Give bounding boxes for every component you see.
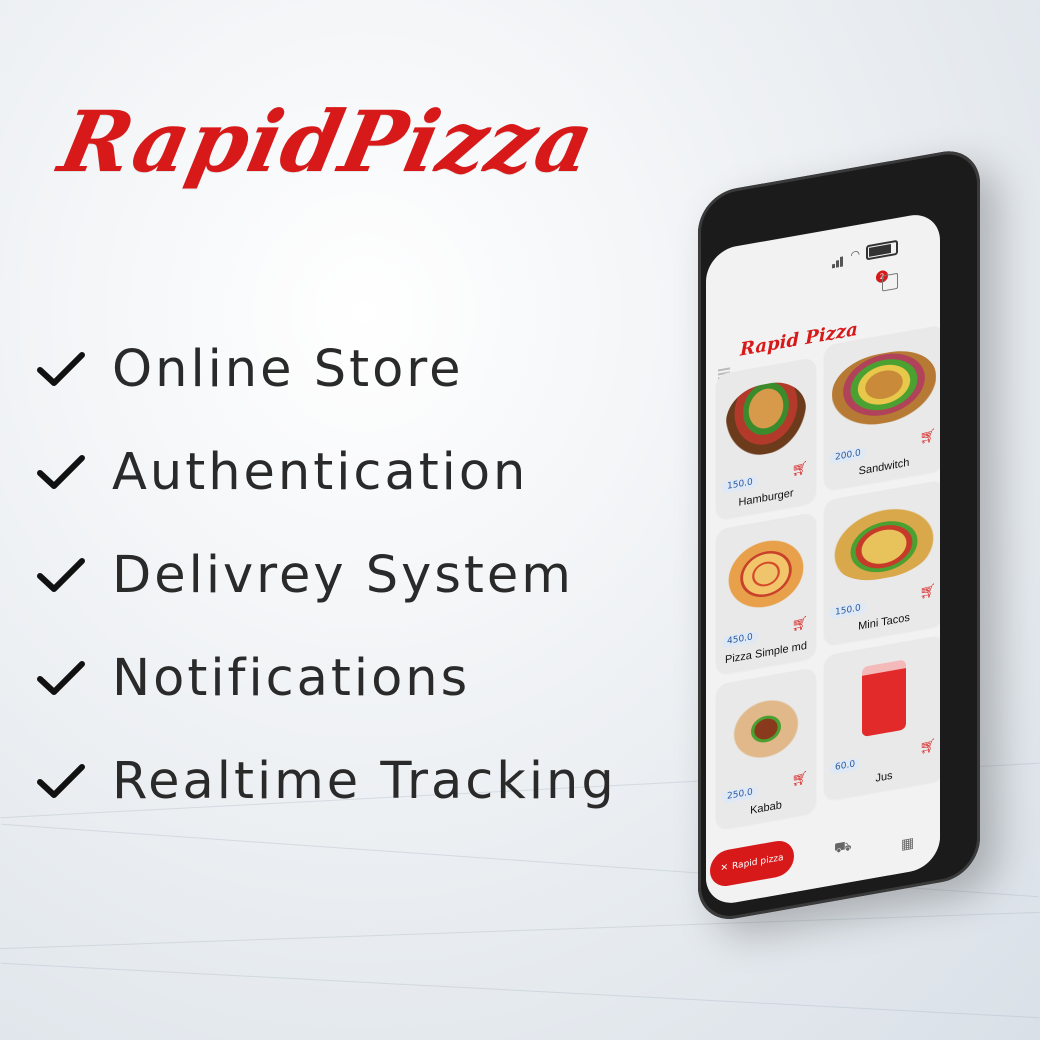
product-price: 250.0 (722, 785, 758, 804)
tacos-image (832, 499, 936, 588)
feature-list: Online Store Authentication Delivrey Sys… (36, 318, 617, 833)
check-icon (37, 763, 85, 798)
feature-label: Delivrey System (112, 546, 574, 605)
add-to-cart-icon[interactable]: 🛒︎ (791, 771, 808, 789)
building-icon[interactable]: ▦ (901, 835, 914, 853)
phone-mockup: ◠ 2 Rapid Pizza 150.0 🛒︎ Hamburger 200.0 (698, 145, 980, 926)
phone-screen: ◠ 2 Rapid Pizza 150.0 🛒︎ Hamburger 200.0 (706, 210, 940, 908)
hamburger-image (726, 376, 806, 462)
juice-image (862, 659, 906, 738)
wifi-icon: ◠ (850, 247, 860, 263)
add-to-cart-icon[interactable]: 🛒︎ (791, 616, 808, 634)
delivery-scooter-icon[interactable]: ⛟ (834, 838, 852, 859)
pizza-image (726, 531, 806, 617)
shopping-bag-icon[interactable] (882, 272, 898, 292)
sandwich-image (832, 344, 936, 433)
product-price: 150.0 (830, 601, 866, 620)
feature-item: Notifications (36, 627, 617, 730)
feature-item: Delivrey System (36, 524, 617, 627)
feature-item: Authentication (36, 421, 617, 524)
product-card[interactable]: 450.0 🛒︎ Pizza Simple md (716, 512, 816, 675)
add-to-cart-icon[interactable]: 🛒︎ (919, 428, 936, 446)
product-price: 200.0 (830, 446, 866, 465)
feature-item: Online Store (36, 318, 617, 421)
check-icon (37, 557, 85, 592)
nav-home-label: Rapid pizza (732, 852, 784, 873)
kabab-image (726, 686, 806, 772)
add-to-cart-icon[interactable]: 🛒︎ (919, 738, 936, 756)
feature-label: Notifications (112, 649, 471, 708)
phone-frame: ◠ 2 Rapid Pizza 150.0 🛒︎ Hamburger 200.0 (698, 145, 980, 926)
product-price: 150.0 (722, 475, 758, 494)
floor-line (0, 962, 1040, 1019)
status-bar: ◠ (832, 238, 898, 269)
signal-icon (832, 247, 844, 269)
feature-label: Realtime Tracking (112, 752, 617, 811)
product-card[interactable]: 250.0 🛒︎ Kabab (716, 667, 816, 830)
product-price: 60.0 (830, 757, 861, 775)
check-icon (37, 454, 85, 489)
feature-label: Online Store (112, 340, 464, 399)
product-card[interactable]: 150.0 🛒︎ Hamburger (716, 357, 816, 520)
product-card[interactable]: 200.0 🛒︎ Sandwitch (824, 324, 940, 491)
product-card[interactable]: 150.0 🛒︎ Mini Tacos (824, 479, 940, 646)
feature-label: Authentication (112, 443, 529, 502)
brand-logo: RapidPizza (51, 92, 603, 191)
check-icon (37, 660, 85, 695)
check-icon (37, 351, 85, 386)
nav-home-button[interactable]: ✕ Rapid pizza (710, 838, 794, 889)
add-to-cart-icon[interactable]: 🛒︎ (919, 583, 936, 601)
add-to-cart-icon[interactable]: 🛒︎ (791, 461, 808, 479)
feature-item: Realtime Tracking (36, 730, 617, 833)
product-card[interactable]: 60.0 🛒︎ Jus (824, 634, 940, 801)
cutlery-icon: ✕ (720, 862, 728, 875)
battery-icon (866, 239, 898, 261)
product-price: 450.0 (722, 630, 758, 649)
